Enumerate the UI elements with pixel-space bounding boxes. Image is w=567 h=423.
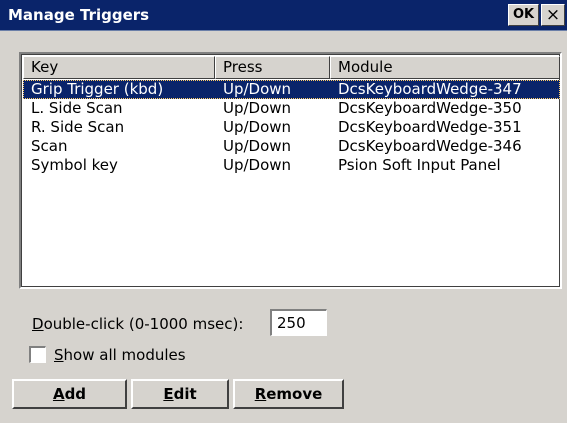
edit-button[interactable]: Edit: [131, 379, 229, 409]
close-button[interactable]: ×: [541, 4, 565, 26]
column-header-press[interactable]: Press: [215, 56, 330, 79]
row-module-cell: Psion Soft Input Panel: [338, 156, 501, 174]
show-all-modules-checkbox[interactable]: [29, 346, 46, 363]
row-key-cell: Scan: [31, 137, 68, 155]
ok-button[interactable]: OK: [508, 4, 539, 26]
double-click-label: Double-click (0-1000 msec):: [32, 315, 244, 333]
table-row[interactable]: Scan Up/Down DcsKeyboardWedge-346: [23, 137, 560, 156]
add-button[interactable]: Add: [12, 379, 127, 409]
row-key-cell: R. Side Scan: [31, 118, 125, 136]
row-module-cell: DcsKeyboardWedge-347: [338, 80, 522, 98]
column-header-key[interactable]: Key: [23, 56, 215, 79]
manage-triggers-window: Manage Triggers OK × Key Press Module Gr…: [0, 0, 567, 423]
row-key-cell: Grip Trigger (kbd): [31, 80, 164, 98]
table-row[interactable]: Grip Trigger (kbd) Up/Down DcsKeyboardWedg…: [23, 80, 560, 99]
triggers-list[interactable]: Key Press Module Grip Trigger (kbd) Up/Do…: [19, 52, 562, 289]
row-module-cell: DcsKeyboardWedge-351: [338, 118, 522, 136]
table-row[interactable]: L. Side Scan Up/Down DcsKeyboardWedge-350: [23, 99, 560, 118]
list-header: Key Press Module: [23, 56, 560, 79]
title-bar: Manage Triggers OK ×: [0, 0, 567, 31]
double-click-input[interactable]: [270, 309, 327, 336]
row-key-cell: L. Side Scan: [31, 99, 123, 117]
row-press-cell: Up/Down: [223, 99, 292, 117]
row-press-cell: Up/Down: [223, 80, 292, 98]
table-row[interactable]: Symbol key Up/Down Psion Soft Input Panel: [23, 156, 560, 175]
row-press-cell: Up/Down: [223, 156, 292, 174]
row-module-cell: DcsKeyboardWedge-346: [338, 137, 522, 155]
row-press-cell: Up/Down: [223, 137, 292, 155]
row-module-cell: DcsKeyboardWedge-350: [338, 99, 522, 117]
row-key-cell: Symbol key: [31, 156, 118, 174]
table-row[interactable]: R. Side Scan Up/Down DcsKeyboardWedge-351: [23, 118, 560, 137]
show-all-modules-label[interactable]: Show all modules: [54, 345, 186, 365]
column-header-module[interactable]: Module: [330, 56, 560, 79]
window-title: Manage Triggers: [8, 6, 150, 24]
remove-button[interactable]: Remove: [233, 379, 344, 409]
row-press-cell: Up/Down: [223, 118, 292, 136]
list-rows: Grip Trigger (kbd) Up/Down DcsKeyboardWedg…: [23, 80, 560, 175]
